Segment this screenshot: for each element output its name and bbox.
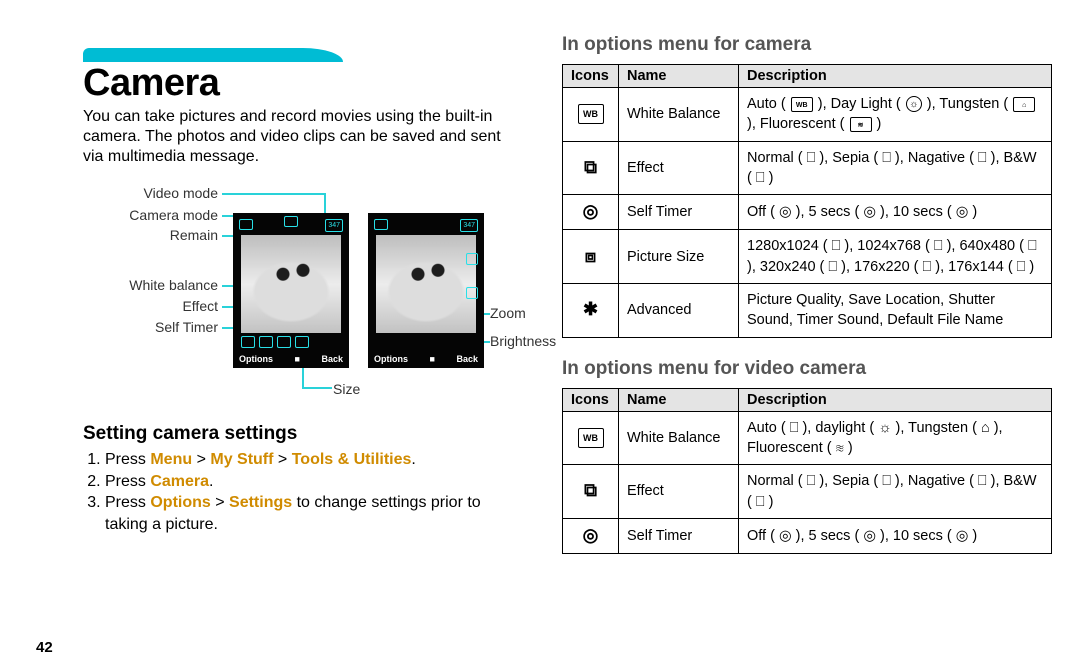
- settings-steps: Press Menu > My Stuff > Tools & Utilitie…: [83, 449, 518, 535]
- video-mode-icon: [284, 216, 298, 227]
- th-name: Name: [619, 65, 739, 88]
- table-row: ◎ Self Timer Off ( ◎ ), 5 secs ( ◎ ), 10…: [563, 518, 1052, 553]
- th-icons: Icons: [563, 388, 619, 411]
- header-tab: [83, 40, 518, 62]
- size-icon: ⧈: [579, 246, 603, 266]
- intro-text: You can take pictures and record movies …: [83, 107, 518, 167]
- softkey-back: Back: [456, 354, 478, 364]
- table-row: ⧈ Picture Size 1280x1024 ( ⎕ ), 1024x768…: [563, 230, 1052, 284]
- wb-icon: WB: [578, 428, 604, 448]
- cell-desc: Picture Quality, Save Location, Shutter …: [739, 284, 1052, 338]
- cell-desc: Normal ( ⎕ ), Sepia ( ⎕ ), Nagative ( ⎕ …: [739, 141, 1052, 195]
- cell-name: Effect: [619, 465, 739, 519]
- size-icon: [295, 336, 309, 348]
- timer-icon: ◎: [579, 201, 603, 221]
- label-self-timer: Self Timer: [98, 319, 218, 335]
- cell-name: Effect: [619, 141, 739, 195]
- viewfinder-image: [376, 235, 476, 333]
- step-2: Press Camera.: [105, 471, 518, 493]
- wb-icon: WB: [578, 104, 604, 124]
- step-3: Press Options > Settings to change setti…: [105, 492, 518, 535]
- effect-icon: ⧉: [579, 480, 603, 500]
- label-zoom: Zoom: [490, 305, 526, 321]
- viewfinder-image: [241, 235, 341, 333]
- cell-desc: Normal ( ⎕ ), Sepia ( ⎕ ), Nagative ( ⎕ …: [739, 465, 1052, 519]
- camera-mode-icon: [239, 219, 253, 230]
- softkey-options: Options: [239, 354, 273, 364]
- wb-icon: [241, 336, 255, 348]
- page-number: 42: [36, 639, 53, 656]
- cell-name: White Balance: [619, 88, 739, 142]
- th-desc: Description: [739, 65, 1052, 88]
- camera-diagram: Video mode Camera mode Remain White bala…: [58, 185, 518, 415]
- label-video-mode: Video mode: [88, 185, 218, 201]
- advanced-icon: ✱: [579, 299, 603, 319]
- softkey-back: Back: [321, 354, 343, 364]
- cell-desc: 1280x1024 ( ⎕ ), 1024x768 ( ⎕ ), 640x480…: [739, 230, 1052, 284]
- th-name: Name: [619, 388, 739, 411]
- cell-name: White Balance: [619, 411, 739, 465]
- cell-desc: Auto ( WB ), Day Light ( ), Tungsten ( )…: [739, 88, 1052, 142]
- cell-desc: Off ( ◎ ), 5 secs ( ◎ ), 10 secs ( ◎ ): [739, 518, 1052, 553]
- table-row: WB White Balance Auto ( ⎕ ), daylight ( …: [563, 411, 1052, 465]
- label-remain: Remain: [118, 227, 218, 243]
- cell-name: Self Timer: [619, 195, 739, 230]
- label-size: Size: [333, 381, 360, 397]
- cell-name: Picture Size: [619, 230, 739, 284]
- camera-mode-icon: [374, 219, 388, 230]
- th-icons: Icons: [563, 65, 619, 88]
- cell-desc: Auto ( ⎕ ), daylight ( ☼ ), Tungsten ( ⌂…: [739, 411, 1052, 465]
- softkey-options: Options: [374, 354, 408, 364]
- settings-heading: Setting camera settings: [83, 423, 518, 445]
- remain-counter: 347: [460, 219, 478, 232]
- table-row: ◎ Self Timer Off ( ◎ ), 5 secs ( ◎ ), 10…: [563, 195, 1052, 230]
- label-brightness: Brightness: [490, 333, 556, 349]
- label-camera-mode: Camera mode: [78, 207, 218, 223]
- step-1: Press Menu > My Stuff > Tools & Utilitie…: [105, 449, 518, 471]
- timer-icon: ◎: [579, 525, 603, 545]
- right-column: In options menu for camera Icons Name De…: [562, 30, 1052, 574]
- table-row: WB White Balance Auto ( WB ), Day Light …: [563, 88, 1052, 142]
- effect-icon: ⧉: [579, 157, 603, 177]
- camera-options-table: Icons Name Description WB White Balance …: [562, 64, 1052, 338]
- remain-counter: 347: [325, 219, 343, 232]
- left-column: Camera You can take pictures and record …: [28, 30, 518, 574]
- page-title: Camera: [83, 62, 518, 105]
- screenshot-options: 347 Options ■ Back: [233, 213, 349, 368]
- cell-name: Advanced: [619, 284, 739, 338]
- zoom-indicator-icon: [466, 253, 478, 265]
- table-row: ⧉ Effect Normal ( ⎕ ), Sepia ( ⎕ ), Naga…: [563, 141, 1052, 195]
- label-white-balance: White balance: [88, 277, 218, 293]
- video-options-heading: In options menu for video camera: [562, 358, 1052, 380]
- effect-icon: [259, 336, 273, 348]
- video-options-table: Icons Name Description WB White Balance …: [562, 388, 1052, 554]
- screenshot-zoom: 347 Options ■ Back: [368, 213, 484, 368]
- brightness-indicator-icon: [466, 287, 478, 299]
- camera-options-heading: In options menu for camera: [562, 34, 1052, 56]
- cell-desc: Off ( ◎ ), 5 secs ( ◎ ), 10 secs ( ◎ ): [739, 195, 1052, 230]
- th-desc: Description: [739, 388, 1052, 411]
- timer-icon: [277, 336, 291, 348]
- cell-name: Self Timer: [619, 518, 739, 553]
- table-row: ⧉ Effect Normal ( ⎕ ), Sepia ( ⎕ ), Naga…: [563, 465, 1052, 519]
- label-effect: Effect: [118, 298, 218, 314]
- table-row: ✱ Advanced Picture Quality, Save Locatio…: [563, 284, 1052, 338]
